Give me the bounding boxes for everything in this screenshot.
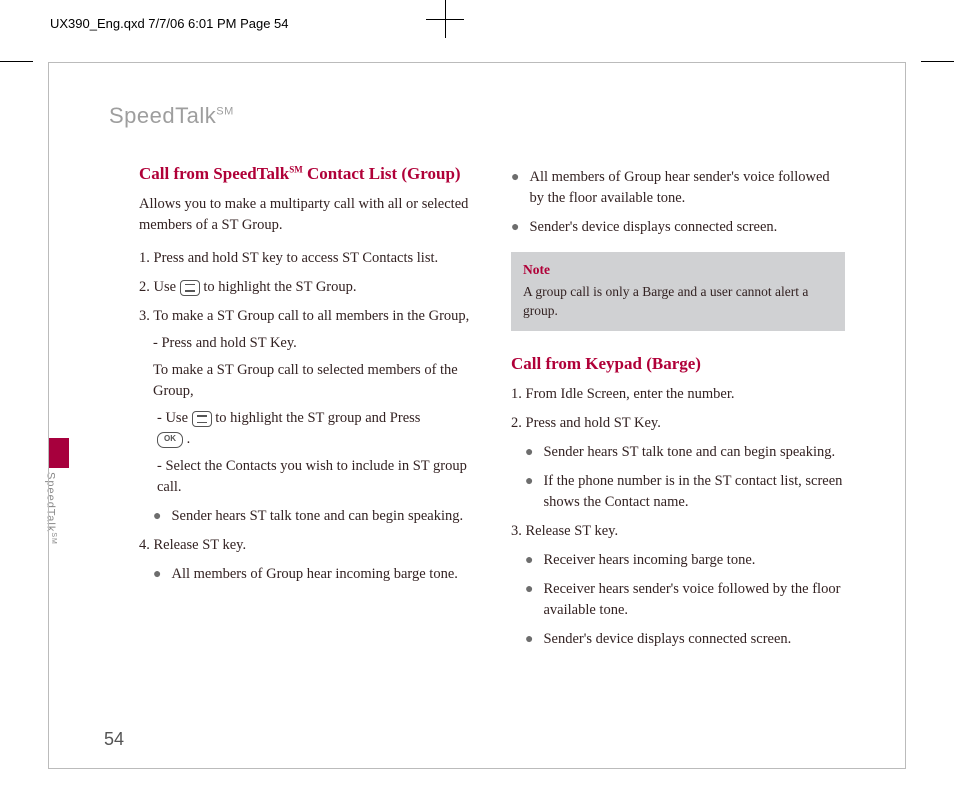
crop-mark-left: [0, 61, 33, 62]
bullet-icon: ●: [153, 564, 161, 585]
note-body: A group call is only a Barge and a user …: [523, 284, 808, 319]
page-title-text: SpeedTalk: [109, 103, 216, 128]
heading-text-pre: Call from SpeedTalk: [139, 164, 289, 183]
nav-key-icon: [192, 411, 212, 427]
step-4-bullet: ● All members of Group hear incoming bar…: [153, 564, 473, 585]
bullet-icon: ●: [525, 442, 533, 463]
bullet-icon: ●: [525, 471, 533, 513]
bullet-text: All members of Group hear sender's voice…: [529, 167, 845, 209]
left-column: Call from SpeedTalkSM Contact List (Grou…: [139, 159, 473, 658]
k3-bullet-1: ● Receiver hears incoming barge tone.: [525, 550, 845, 571]
heading-text-post: Contact List (Group): [303, 164, 461, 183]
k-step-2-text: 2. Press and hold ST Key.: [511, 413, 845, 434]
step-3-sub-2a: - Use: [157, 410, 192, 426]
k-step-2: 2. Press and hold ST Key. ● Sender hears…: [511, 413, 845, 513]
heading-group-call: Call from SpeedTalkSM Contact List (Grou…: [139, 163, 473, 184]
step-3-text: 3. To make a ST Group call to all member…: [139, 306, 473, 327]
cont-bullet-2: ● Sender's device displays connected scr…: [511, 217, 845, 238]
k-step-1: 1. From Idle Screen, enter the number.: [511, 384, 845, 405]
bullet-text: Sender's device displays connected scree…: [529, 217, 845, 238]
note-title: Note: [523, 260, 833, 280]
bullet-icon: ●: [511, 167, 519, 209]
step-3-sub-1: - Press and hold ST Key.: [153, 333, 473, 354]
step-3-sub-3: - Select the Contacts you wish to includ…: [157, 456, 473, 498]
k3-bullet-2: ● Receiver hears sender's voice followed…: [525, 579, 845, 621]
bullet-text: If the phone number is in the ST contact…: [543, 471, 845, 513]
k-step-3: 3. Release ST key. ● Receiver hears inco…: [511, 521, 845, 650]
step-1: 1. Press and hold ST key to access ST Co…: [139, 248, 473, 269]
nav-key-icon: [180, 280, 200, 296]
content-columns: Call from SpeedTalkSM Contact List (Grou…: [109, 159, 845, 658]
crop-mark-right: [921, 61, 954, 62]
page-title-sup: SM: [216, 106, 234, 118]
bullet-text: Receiver hears incoming barge tone.: [543, 550, 845, 571]
step-3-sub-2c: .: [187, 431, 191, 447]
bullet-text: Sender's device displays connected scree…: [543, 629, 845, 650]
step-3-bullet: ● Sender hears ST talk tone and can begi…: [153, 506, 473, 527]
page-number: 54: [104, 729, 124, 750]
bullet-text: All members of Group hear incoming barge…: [171, 564, 473, 585]
step-2: 2. Use to highlight the ST Group.: [139, 277, 473, 298]
note-box: Note A group call is only a Barge and a …: [511, 252, 845, 331]
bullet-text: Receiver hears sender's voice followed b…: [543, 579, 845, 621]
k3-bullet-3: ● Sender's device displays connected scr…: [525, 629, 845, 650]
bullet-icon: ●: [525, 579, 533, 621]
step-4-text: 4. Release ST key.: [139, 535, 473, 556]
step-3-midtext: To make a ST Group call to selected memb…: [153, 360, 473, 402]
bullet-icon: ●: [153, 506, 161, 527]
bullet-text: Sender hears ST talk tone and can begin …: [543, 442, 845, 463]
bullet-icon: ●: [525, 550, 533, 571]
step-2-pre: 2. Use: [139, 279, 180, 295]
heading-keypad-barge: Call from Keypad (Barge): [511, 353, 845, 374]
bullet-icon: ●: [525, 629, 533, 650]
step-3: 3. To make a ST Group call to all member…: [139, 306, 473, 527]
step-3-sub-2: - Use to highlight the ST group and Pres…: [157, 408, 473, 450]
intro-text: Allows you to make a multiparty call wit…: [139, 194, 473, 236]
step-4: 4. Release ST key. ● All members of Grou…: [139, 535, 473, 585]
k2-bullet-2: ● If the phone number is in the ST conta…: [525, 471, 845, 513]
right-column: ● All members of Group hear sender's voi…: [511, 159, 845, 658]
registration-mark-h: [426, 19, 464, 20]
print-slug: UX390_Eng.qxd 7/7/06 6:01 PM Page 54: [50, 16, 289, 31]
k-step-3-text: 3. Release ST key.: [511, 521, 845, 542]
bullet-icon: ●: [511, 217, 519, 238]
step-3-sub-2b: to highlight the ST group and Press: [215, 410, 420, 426]
ok-key-icon: OK: [157, 432, 183, 448]
page-frame: SpeedTalkSM Call from SpeedTalkSM Contac…: [48, 62, 906, 769]
cont-bullet-1: ● All members of Group hear sender's voi…: [511, 167, 845, 209]
k2-bullet-1: ● Sender hears ST talk tone and can begi…: [525, 442, 845, 463]
page-title: SpeedTalkSM: [109, 103, 845, 129]
bullet-text: Sender hears ST talk tone and can begin …: [171, 506, 473, 527]
step-2-post: to highlight the ST Group.: [203, 279, 356, 295]
heading-sup: SM: [289, 164, 303, 174]
